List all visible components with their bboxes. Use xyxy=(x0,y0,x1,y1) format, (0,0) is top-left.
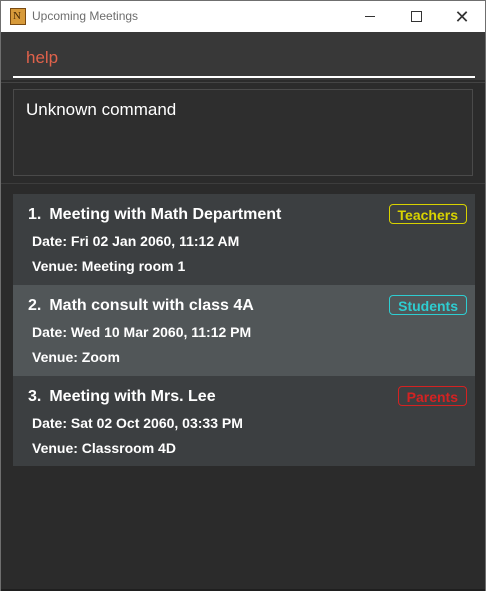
meeting-name: Meeting with Mrs. Lee xyxy=(49,388,216,405)
meeting-name: Meeting with Math Department xyxy=(49,206,282,223)
app-logo-icon: N xyxy=(10,8,26,25)
divider xyxy=(1,183,485,184)
command-input[interactable]: help xyxy=(26,48,58,68)
close-button[interactable]: ✕ xyxy=(439,1,485,32)
divider xyxy=(1,82,485,83)
tag-badge-parents: Parents xyxy=(397,386,467,406)
tag-badge-teachers: Teachers xyxy=(388,204,467,224)
meeting-venue: Venue: Zoom xyxy=(32,349,120,365)
result-display: Unknown command xyxy=(13,89,473,176)
meeting-date: Date: Wed 10 Mar 2060, 11:12 PM xyxy=(32,324,252,340)
meeting-date: Date: Sat 02 Oct 2060, 03:33 PM xyxy=(32,415,243,431)
meeting-name: Math consult with class 4A xyxy=(49,297,254,314)
command-underline xyxy=(13,76,475,78)
meeting-index: 1. xyxy=(28,206,42,223)
maximize-icon xyxy=(410,11,422,22)
meeting-title: 2. Math consult with class 4A xyxy=(28,297,254,315)
meeting-title: 3. Meeting with Mrs. Lee xyxy=(28,388,216,406)
meeting-index: 2. xyxy=(28,297,42,314)
result-text: Unknown command xyxy=(26,100,177,119)
meeting-card[interactable]: 1. Meeting with Math Department Date: Fri… xyxy=(13,194,475,285)
app-window: N Upcoming Meetings ✕ help Unknown comma… xyxy=(0,0,486,591)
minimize-icon xyxy=(365,16,375,17)
meeting-card[interactable]: 2. Math consult with class 4A Date: Wed 1… xyxy=(13,285,475,376)
meeting-list[interactable]: 1. Meeting with Math Department Date: Fri… xyxy=(13,194,475,466)
close-icon: ✕ xyxy=(454,6,470,27)
command-box[interactable]: help xyxy=(1,32,485,80)
maximize-button[interactable] xyxy=(393,1,439,32)
meeting-venue: Venue: Classroom 4D xyxy=(32,440,176,456)
meeting-venue: Venue: Meeting room 1 xyxy=(32,258,186,274)
meeting-card[interactable]: 3. Meeting with Mrs. Lee Date: Sat 02 Oct… xyxy=(13,376,475,467)
title-bar[interactable]: N Upcoming Meetings ✕ xyxy=(1,1,485,32)
meeting-index: 3. xyxy=(28,388,42,405)
window-title: Upcoming Meetings xyxy=(32,9,139,23)
meeting-title: 1. Meeting with Math Department xyxy=(28,206,281,224)
tag-badge-students: Students xyxy=(389,295,467,315)
minimize-button[interactable] xyxy=(347,1,393,32)
meeting-date: Date: Fri 02 Jan 2060, 11:12 AM xyxy=(32,233,240,249)
